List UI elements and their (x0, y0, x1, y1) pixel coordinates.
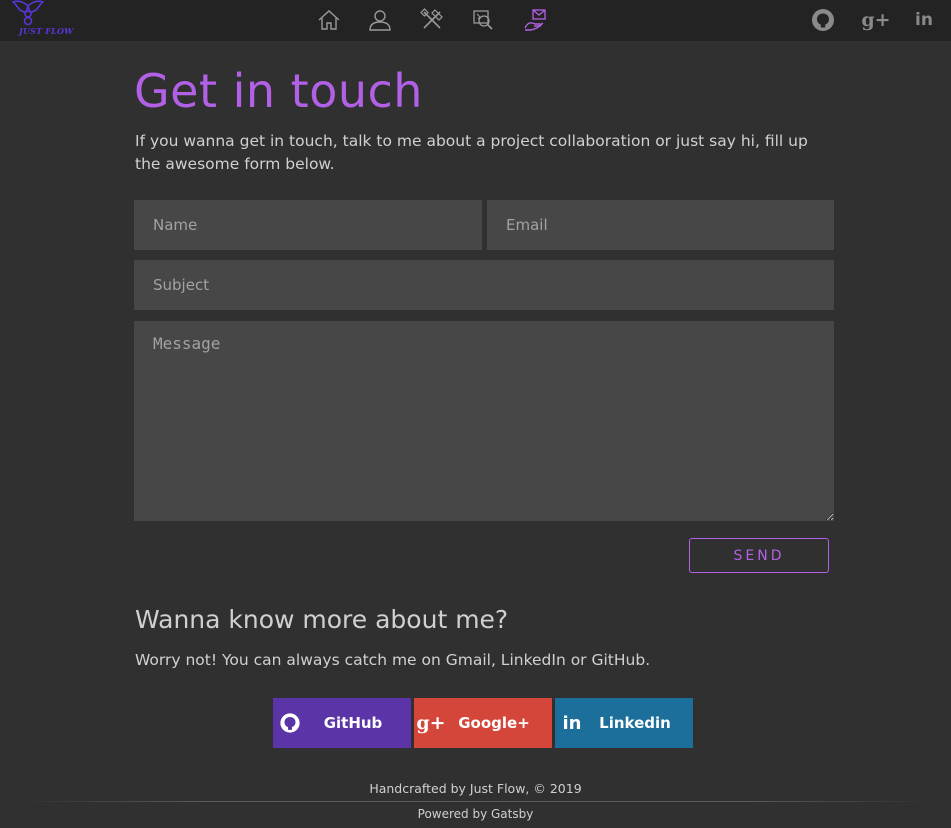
header-linkedin-link[interactable]: in (910, 6, 938, 34)
page-title: Get in touch (134, 64, 423, 118)
header-github-link[interactable] (809, 6, 837, 34)
subject-field[interactable] (134, 260, 834, 310)
github-button-label: GitHub (323, 714, 383, 732)
intro-text: If you wanna get in touch, talk to me ab… (135, 132, 808, 173)
logo-text: JUST FLOW (19, 26, 74, 36)
site-logo[interactable]: JUST FLOW (8, 0, 74, 40)
google-plus-button-label: Google+ (458, 714, 530, 732)
github-button[interactable]: GitHub (273, 698, 411, 748)
top-navbar: JUST FLOW g+ in (0, 0, 951, 41)
header-googleplus-link[interactable]: g+ (861, 6, 891, 34)
nav-contact[interactable] (521, 6, 549, 34)
home-icon (318, 10, 340, 30)
linkedin-button-label: Linkedin (599, 714, 671, 732)
linkedin-icon: in (562, 712, 582, 734)
name-field[interactable] (134, 200, 482, 250)
linkedin-icon: in (915, 10, 933, 30)
tools-icon (420, 8, 443, 29)
linkedin-button[interactable]: in Linkedin (555, 698, 693, 748)
nav-home[interactable] (315, 6, 343, 34)
nav-about[interactable] (366, 6, 394, 34)
user-icon (369, 10, 391, 31)
google-plus-icon: g+ (861, 9, 891, 31)
google-plus-button[interactable]: g+ Google+ (414, 698, 552, 748)
nav-portfolio[interactable] (469, 6, 497, 34)
footer-credit: Handcrafted by Just Flow, © 2019 (369, 781, 582, 796)
portfolio-search-icon (473, 10, 493, 30)
footer-divider (20, 801, 931, 802)
google-plus-icon: g+ (416, 712, 446, 734)
about-heading: Wanna know more about me? (135, 605, 509, 634)
wings-logo-icon (11, 0, 45, 26)
github-icon (812, 9, 834, 31)
email-field[interactable] (487, 200, 834, 250)
github-icon (279, 712, 301, 734)
footer-powered: Powered by Gatsby (417, 807, 534, 821)
contact-icon (524, 9, 546, 31)
send-button[interactable]: SEND (689, 538, 829, 573)
nav-skills[interactable] (418, 6, 446, 34)
about-text: Worry not! You can always catch me on Gm… (135, 651, 651, 669)
message-field[interactable] (134, 321, 834, 521)
